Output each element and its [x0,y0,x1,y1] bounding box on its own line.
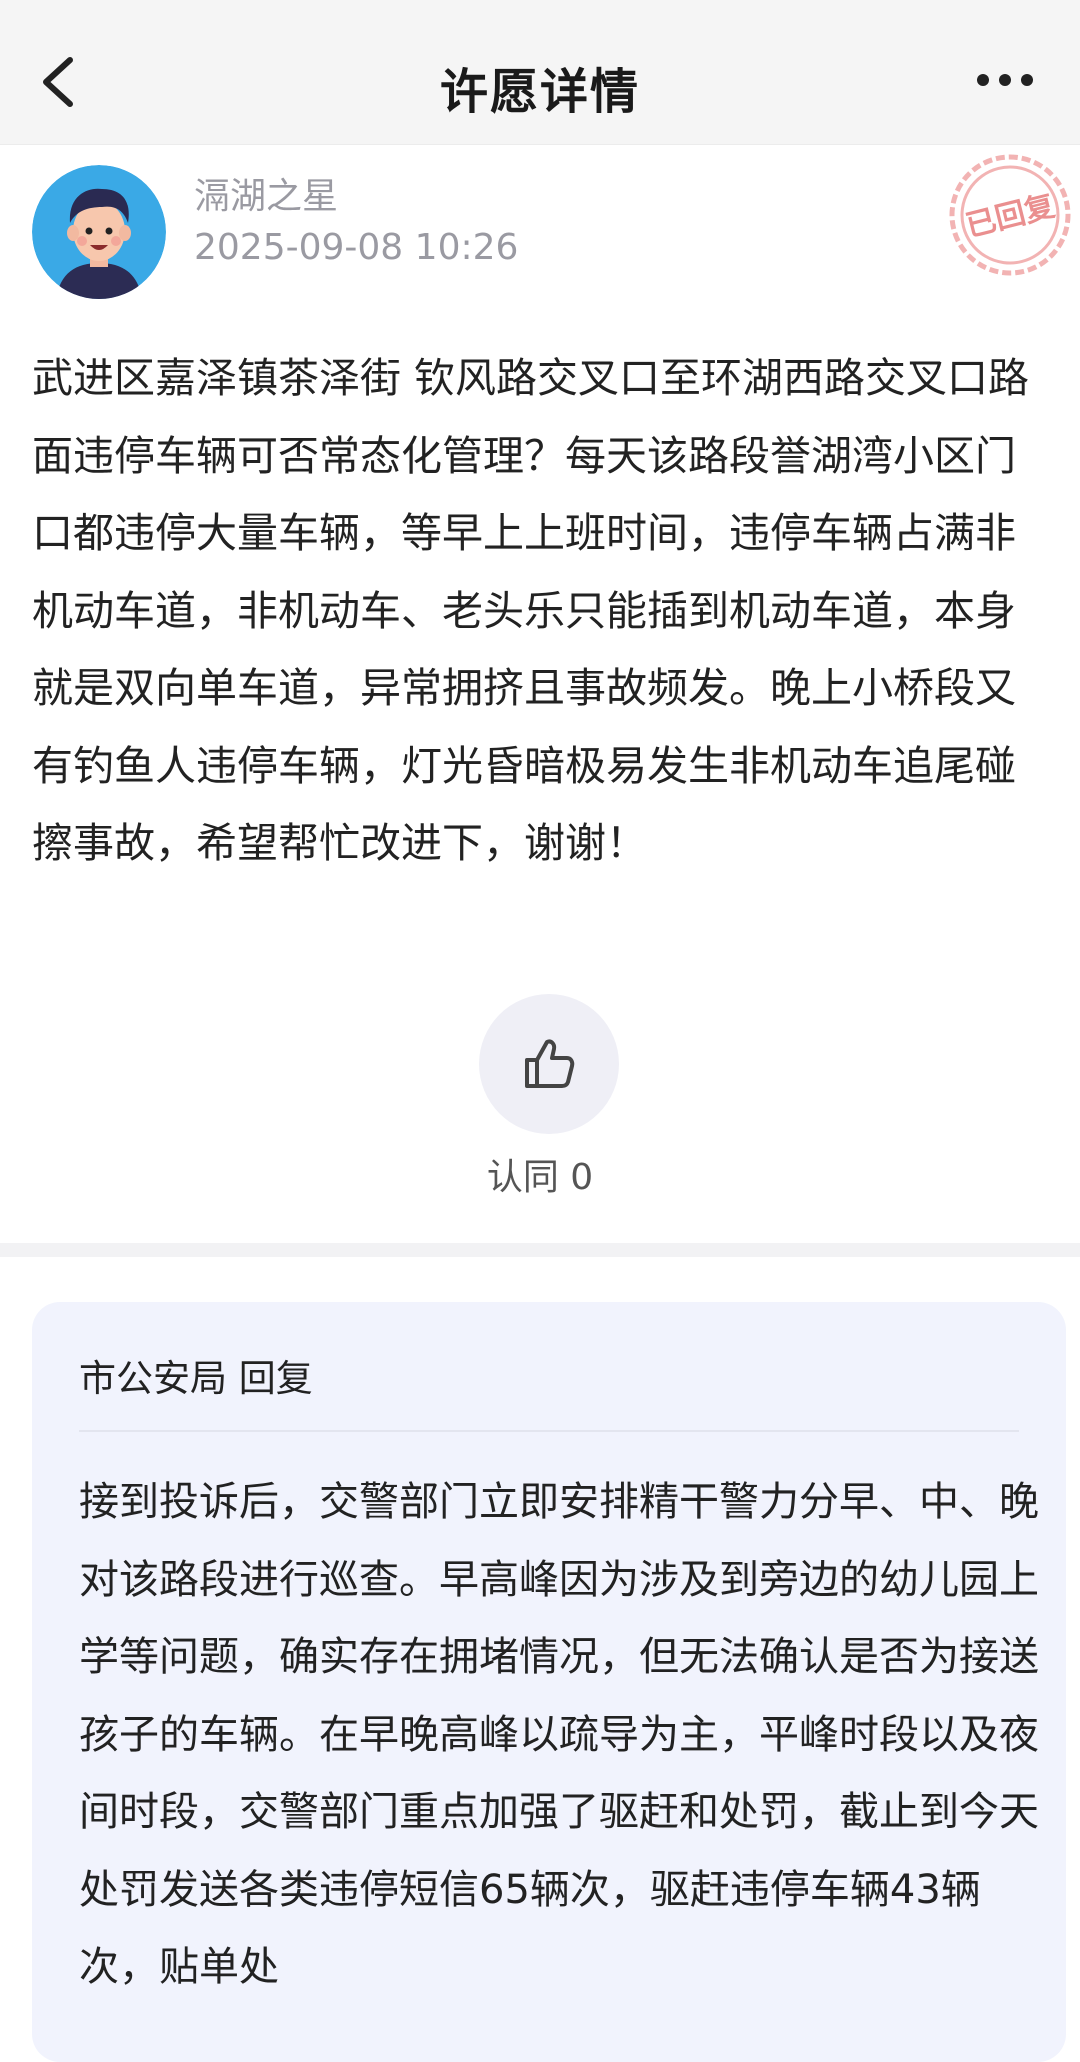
section-divider [0,1243,1080,1257]
reply-card: 市公安局 回复 接到投诉后，交警部门立即安排精干警力分早、中、晚对该路段进行巡查… [32,1302,1066,2062]
more-button[interactable] [970,60,1040,100]
post-content: 武进区嘉泽镇茶泽街 钦风路交叉口至环湖西路交叉口路面违停车辆可否常态化管理？每天… [32,354,1030,867]
author-block: 滆湖之星 2025-09-08 10:26 [32,165,1048,305]
reply-content: 接到投诉后，交警部门立即安排精干警力分早、中、晚对该路段进行巡查。早高峰因为涉及… [79,1479,1039,1990]
page-title: 许愿详情 [439,64,640,120]
avatar[interactable] [32,165,166,299]
replied-stamp: 已回复 [945,150,1075,280]
like-count-label: 认同 0 [486,1157,594,1198]
more-horizontal-icon [977,74,1033,86]
post-time: 2025-09-08 10:26 [194,227,519,268]
thumbs-up-icon [525,1039,575,1088]
like-button[interactable] [479,994,619,1134]
reply-divider [79,1430,1019,1432]
stamp-text: 已回复 [962,189,1058,245]
reply-header: 市公安局 回复 [79,1357,313,1400]
author-name: 滆湖之星 [194,176,339,217]
top-nav-bar: 许愿详情 [0,0,1080,145]
